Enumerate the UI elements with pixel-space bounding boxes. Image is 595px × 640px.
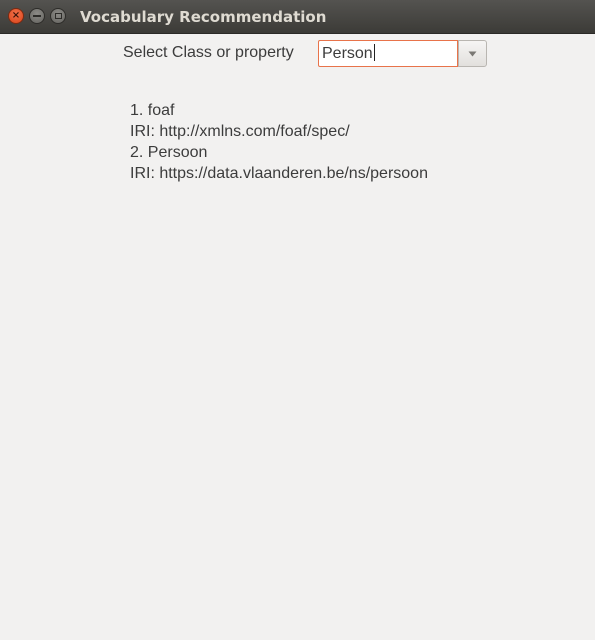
recommendation-list: 1. foaf IRI: http://xmlns.com/foaf/spec/… xyxy=(130,100,428,184)
maximize-icon xyxy=(54,13,62,19)
class-selector-row: Select Class or property Person xyxy=(0,40,595,68)
result-iri: IRI: https://data.vlaanderen.be/ns/perso… xyxy=(130,165,428,182)
result-name: 2. Persoon xyxy=(130,144,208,161)
minimize-window-button[interactable] xyxy=(29,8,45,24)
close-window-button[interactable]: × xyxy=(8,8,24,24)
text-cursor xyxy=(373,44,375,61)
app-window: × Vocabulary Recommendation Select Class… xyxy=(0,0,595,640)
class-combo-entry[interactable]: Person xyxy=(318,40,458,67)
result-iri: IRI: http://xmlns.com/foaf/spec/ xyxy=(130,123,350,140)
title-bar[interactable]: × Vocabulary Recommendation xyxy=(0,0,595,34)
window-title: Vocabulary Recommendation xyxy=(80,8,327,26)
maximize-window-button[interactable] xyxy=(50,8,66,24)
combo-dropdown-button[interactable] xyxy=(458,40,487,67)
minimize-icon xyxy=(33,15,41,17)
result-name: 1. foaf xyxy=(130,102,175,119)
close-icon: × xyxy=(11,10,21,21)
chevron-down-icon xyxy=(468,51,477,56)
class-combo-value: Person xyxy=(322,45,373,62)
class-selector-label: Select Class or property xyxy=(123,44,294,61)
